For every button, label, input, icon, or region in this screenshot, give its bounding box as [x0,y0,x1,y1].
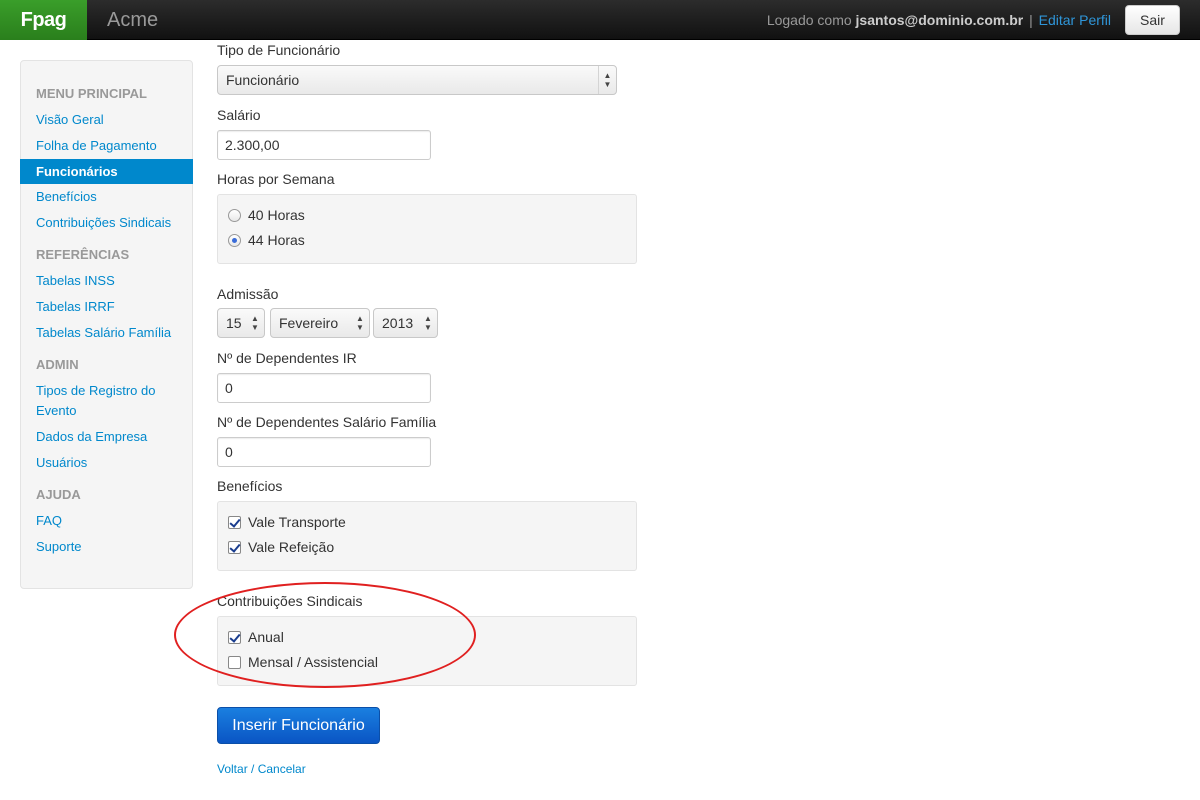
admissao-month-value: Fevereiro [279,315,339,331]
sidebar-item-dados-da-empresa[interactable]: Dados da Empresa [21,427,192,447]
select-arrows-icon: ▲ ▼ [424,314,432,332]
checkbox-anual[interactable]: Anual [228,627,284,647]
select-arrows-icon: ▲ ▼ [356,314,364,332]
checkbox-checked-icon[interactable] [228,516,241,529]
select-arrows-icon: ▲ ▼ [598,66,616,94]
checkbox-mensal-assistencial[interactable]: Mensal / Assistencial [228,652,378,672]
submit-button[interactable]: Inserir Funcionário [217,707,380,744]
separator: | [1029,12,1033,28]
horas-group: 40 Horas 44 Horas [217,194,637,264]
edit-profile-link[interactable]: Editar Perfil [1039,12,1111,28]
tipo-select[interactable]: Funcionário ▲ ▼ [217,65,617,95]
horas-label: Horas por Semana [217,171,335,187]
sidebar-item-label: Tipos de Registro do [36,383,156,398]
admissao-year-select[interactable]: 2013 ▲ ▼ [373,308,438,338]
radio-44-horas[interactable]: 44 Horas [228,230,305,250]
sidebar: MENU PRINCIPAL Visão Geral Folha de Paga… [20,60,193,589]
logout-button[interactable]: Sair [1125,5,1180,35]
checkbox-label: Mensal / Assistencial [248,654,378,670]
cancel-link[interactable]: Voltar / Cancelar [217,762,306,776]
checkbox-vale-transporte[interactable]: Vale Transporte [228,512,346,532]
admissao-day-value: 15 [226,315,242,331]
radio-label: 40 Horas [248,207,305,223]
top-navbar: Fpag Acme Logado como jsantos@dominio.co… [0,0,1200,40]
user-info: Logado como jsantos@dominio.com.br | Edi… [767,0,1111,40]
select-arrows-icon: ▲ ▼ [251,314,259,332]
tipo-select-value: Funcionário [226,72,300,88]
dep-ir-input[interactable]: 0 [217,373,431,403]
checkbox-label: Vale Refeição [248,539,335,555]
sidebar-item-tabelas-inss[interactable]: Tabelas INSS [21,271,192,291]
sidebar-item-suporte[interactable]: Suporte [21,537,192,557]
sidebar-item-tabelas-salario-familia[interactable]: Tabelas Salário Família [21,323,192,343]
contrib-group: Anual Mensal / Assistencial [217,616,637,686]
sidebar-item-visao-geral[interactable]: Visão Geral [21,110,192,130]
dep-ir-label: Nº de Dependentes IR [217,350,357,366]
nav-header-ajuda: AJUDA [36,487,81,502]
checkbox-checked-icon[interactable] [228,631,241,644]
radio-40-horas[interactable]: 40 Horas [228,205,305,225]
checkbox-unchecked-icon[interactable] [228,656,241,669]
sidebar-item-beneficios[interactable]: Benefícios [21,187,192,207]
radio-label: 44 Horas [248,232,305,248]
dep-sf-label: Nº de Dependentes Salário Família [217,414,437,430]
contrib-label: Contribuições Sindicais [217,593,363,609]
sidebar-item-usuarios[interactable]: Usuários [21,453,192,473]
username: jsantos@dominio.com.br [855,12,1024,28]
radio-selected-icon[interactable] [228,234,241,247]
sidebar-item-label: Evento [36,403,77,418]
sidebar-item-faq[interactable]: FAQ [21,511,192,531]
nav-header-admin: ADMIN [36,357,79,372]
dep-sf-input[interactable]: 0 [217,437,431,467]
company-name[interactable]: Acme [107,0,158,40]
checkbox-label: Vale Transporte [248,514,346,530]
checkbox-checked-icon[interactable] [228,541,241,554]
admissao-year-value: 2013 [382,315,414,331]
brand-logo[interactable]: Fpag [0,0,87,40]
sidebar-item-tabelas-irrf[interactable]: Tabelas IRRF [21,297,192,317]
sidebar-item-funcionarios[interactable]: Funcionários [20,159,193,184]
tipo-label: Tipo de Funcionário [217,42,341,58]
checkbox-label: Anual [248,629,284,645]
logged-as-text: Logado como [766,12,856,28]
admissao-day-select[interactable]: 15 ▲ ▼ [217,308,265,338]
salario-input[interactable]: 2.300,00 [217,130,431,160]
beneficios-label: Benefícios [217,478,283,494]
checkbox-vale-refeicao[interactable]: Vale Refeição [228,537,334,557]
admissao-label: Admissão [217,286,279,302]
salario-label: Salário [217,107,261,123]
nav-header-menu-principal: MENU PRINCIPAL [36,86,147,101]
beneficios-group: Vale Transporte Vale Refeição [217,501,637,571]
sidebar-item-folha-de-pagamento[interactable]: Folha de Pagamento [21,136,192,156]
sidebar-item-contribuicoes-sindicais[interactable]: Contribuições Sindicais [21,213,192,233]
nav-header-referencias: REFERÊNCIAS [36,247,130,262]
admissao-month-select[interactable]: Fevereiro ▲ ▼ [270,308,370,338]
sidebar-item-tipos-de-registro[interactable]: Tipos de Registro do Evento [21,381,192,421]
radio-icon[interactable] [228,209,241,222]
